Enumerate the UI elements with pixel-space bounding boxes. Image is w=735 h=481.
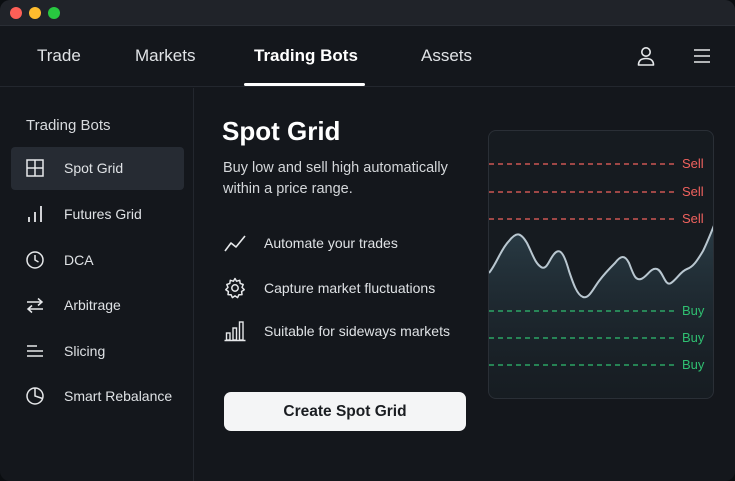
zoom-window-button[interactable] [48,7,60,19]
sell-label: Sell [682,156,704,171]
app-window: Trade Markets Trading Bots Assets Tradin… [0,0,735,481]
active-tab-indicator [244,83,365,86]
sell-grid-lines [489,163,675,220]
sidebar-item-spot-grid[interactable]: Spot Grid [11,147,184,190]
sidebar-item-label: Slicing [64,343,106,359]
grid-illustration: Sell Sell Sell Buy Buy Buy [488,130,714,399]
sidebar-item-slicing[interactable]: Slicing [11,330,184,373]
page-description: Buy low and sell high automatically with… [223,160,448,197]
feature-label: Automate your trades [264,235,398,251]
slicing-lines-icon [27,345,43,357]
sidebar-item-label: Spot Grid [64,160,124,176]
minimize-window-button[interactable] [29,7,41,19]
main-panel: Spot Grid Buy low and sell high automati… [195,88,735,481]
user-icon[interactable] [635,45,657,67]
sidebar-item-label: Arbitrage [64,297,121,313]
buy-label: Buy [682,303,705,318]
sidebar-title: Trading Bots [26,117,111,134]
hamburger-menu-icon[interactable] [691,45,713,67]
sidebar-item-label: Smart Rebalance [64,388,173,404]
create-spot-grid-button[interactable]: Create Spot Grid [224,392,466,431]
nav-tab-trade[interactable]: Trade [37,26,81,87]
trend-line-icon [224,235,246,252]
grid-illustration-svg: Sell Sell Sell Buy Buy Buy [489,156,713,398]
nav-tab-assets[interactable]: Assets [421,26,472,87]
bar-chart-icon [224,321,246,342]
sidebar-item-dca[interactable]: DCA [11,239,184,282]
buy-label: Buy [682,330,705,345]
swap-arrows-icon [26,297,44,314]
close-window-button[interactable] [10,7,22,19]
gear-icon [225,277,245,299]
nav-tab-trading-bots[interactable]: Trading Bots [254,26,358,87]
bar-signal-icon [28,206,42,222]
sell-label: Sell [682,184,704,199]
sidebar-item-label: Futures Grid [64,206,142,222]
buy-label: Buy [682,357,705,372]
sidebar-item-futures-grid[interactable]: Futures Grid [11,193,184,236]
grid-icon [26,159,44,177]
top-navigation: Trade Markets Trading Bots Assets [0,26,735,87]
sell-label: Sell [682,211,704,226]
feature-label: Capture market fluctuations [264,280,436,296]
sidebar-item-smart-rebalance[interactable]: Smart Rebalance [11,375,184,418]
clock-icon [26,251,44,269]
nav-tab-markets[interactable]: Markets [135,26,195,87]
feature-label: Suitable for sideways markets [264,323,450,339]
sidebar-item-arbitrage[interactable]: Arbitrage [11,284,184,327]
sidebar: Trading Bots Spot Grid Futures Grid DCA [0,88,194,481]
page-title: Spot Grid [222,116,341,146]
sidebar-item-label: DCA [64,252,94,268]
pie-chart-icon [26,387,44,405]
title-bar [0,0,735,26]
